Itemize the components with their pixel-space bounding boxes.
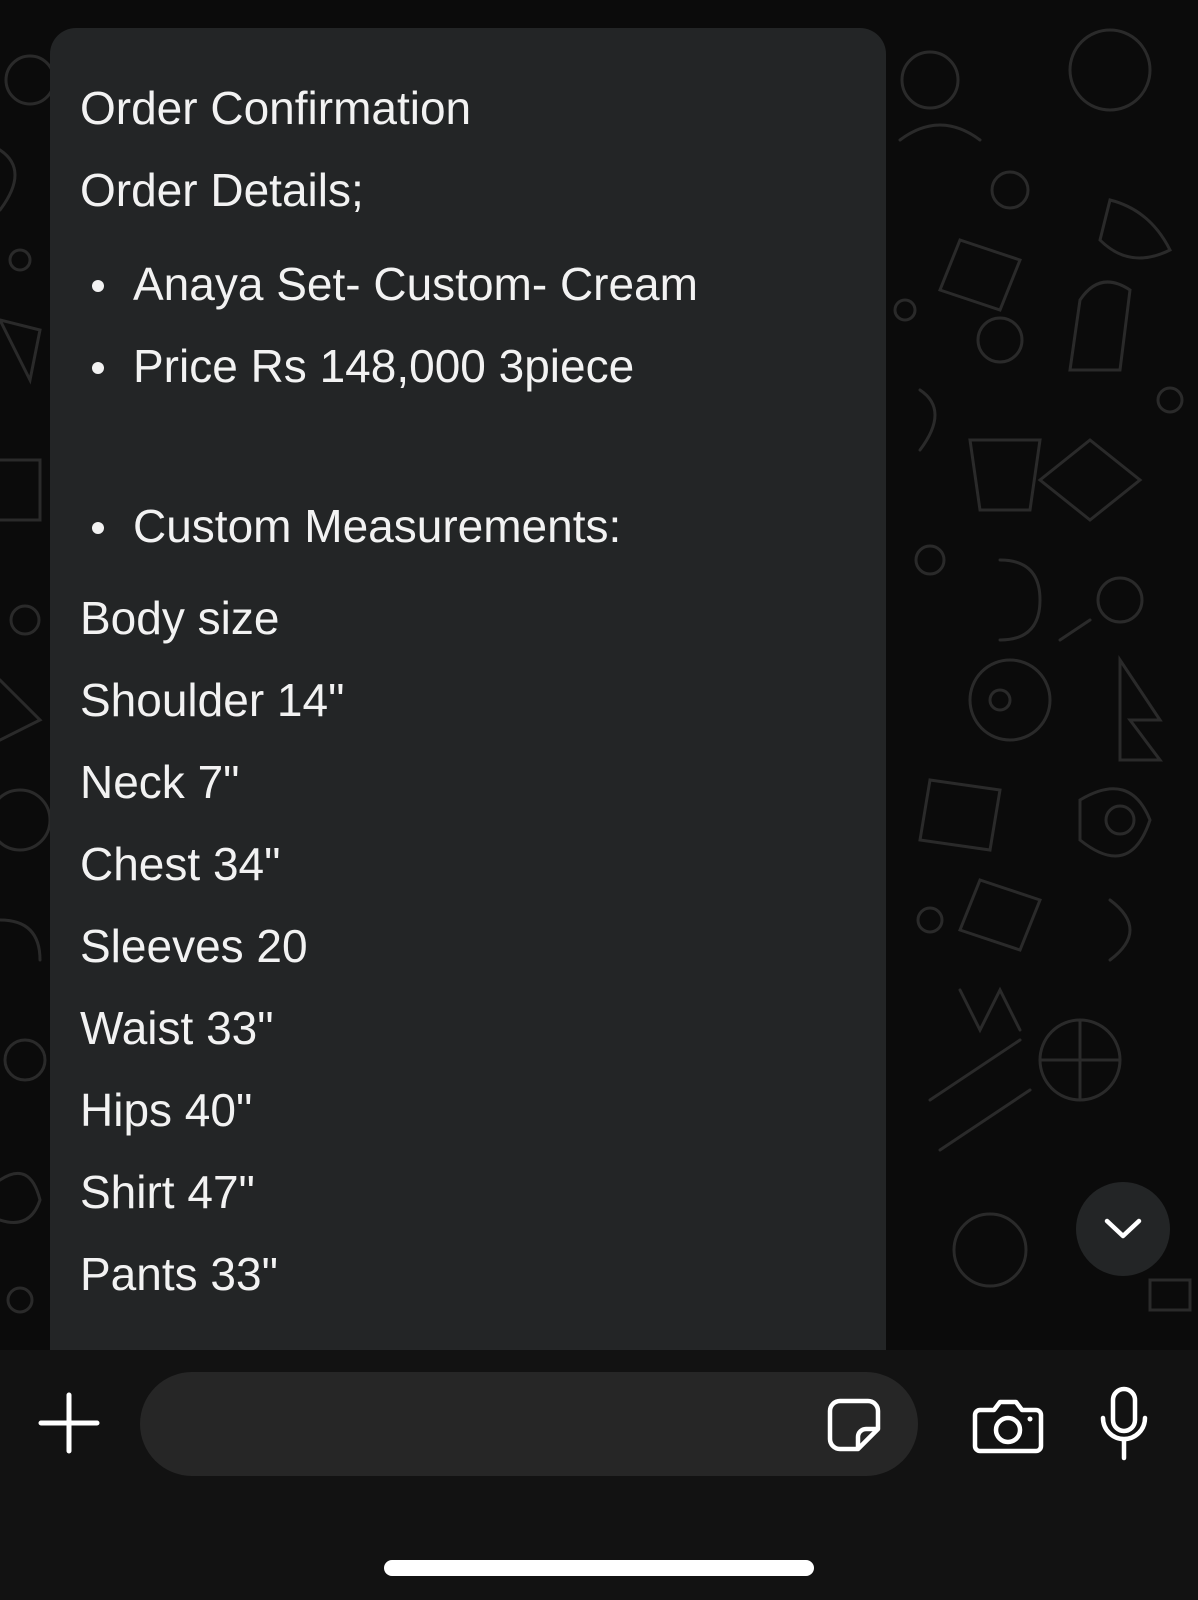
- plus-icon: [38, 1392, 100, 1454]
- measurement-sleeves: Sleeves 20: [80, 920, 308, 972]
- bullet-item-price: Price Rs 148,000 3piece: [80, 340, 856, 392]
- bullet-item-product: Anaya Set- Custom- Cream: [80, 258, 856, 310]
- chat-screen: Order Confirmation Order Details; Anaya …: [0, 0, 1198, 1600]
- sticker-button[interactable]: [826, 1397, 882, 1453]
- measurement-list: Body size Shoulder 14" Neck 7" Chest 34"…: [80, 592, 856, 1300]
- message-bubble[interactable]: Order Confirmation Order Details; Anaya …: [50, 28, 886, 1368]
- measurement-pants: Pants 33": [80, 1248, 278, 1300]
- message-input[interactable]: [140, 1372, 918, 1476]
- measurement-chest: Chest 34": [80, 838, 281, 890]
- scroll-to-bottom-button[interactable]: [1076, 1182, 1170, 1276]
- message-title: Order Confirmation: [80, 82, 472, 134]
- measurement-shoulder: Shoulder 14": [80, 674, 345, 726]
- measurement-body-size: Body size: [80, 592, 280, 644]
- home-indicator[interactable]: [384, 1560, 814, 1576]
- microphone-button[interactable]: [1098, 1386, 1150, 1462]
- measurement-waist: Waist 33": [80, 1002, 274, 1054]
- camera-icon: [972, 1399, 1044, 1454]
- measurement-neck: Neck 7": [80, 756, 240, 808]
- chevron-down-icon: [1104, 1218, 1142, 1239]
- microphone-icon: [1100, 1386, 1148, 1461]
- sticker-icon: [827, 1398, 881, 1452]
- message-subtitle: Order Details;: [80, 164, 364, 216]
- attach-button[interactable]: [38, 1392, 100, 1454]
- order-bullet-list: Anaya Set- Custom- Cream Price Rs 148,00…: [80, 258, 856, 552]
- measurement-hips: Hips 40": [80, 1084, 253, 1136]
- measurement-shirt: Shirt 47": [80, 1166, 255, 1218]
- bullet-item-measurements: Custom Measurements:: [80, 500, 856, 552]
- camera-button[interactable]: [972, 1398, 1044, 1454]
